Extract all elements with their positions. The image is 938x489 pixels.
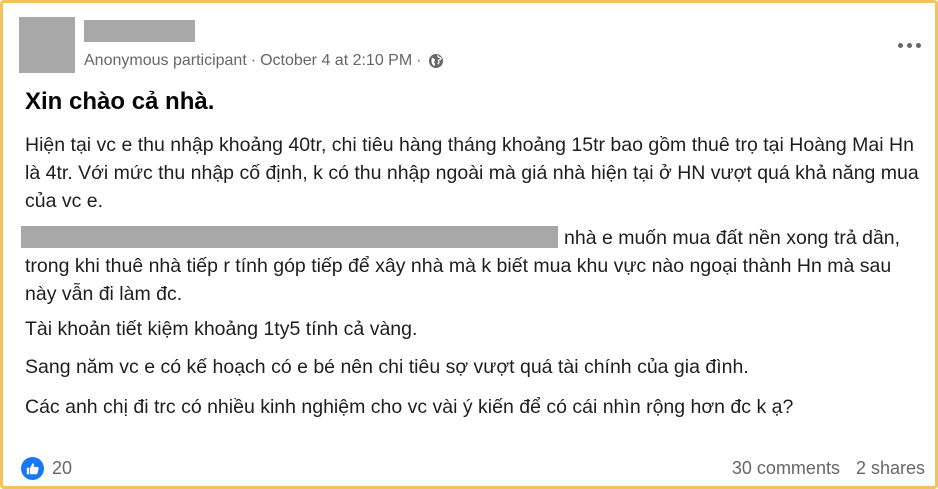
post-paragraph: Tài khoản tiết kiệm khoảng 1ty5 tính cả … bbox=[25, 318, 418, 340]
meta-separator: · bbox=[416, 52, 422, 69]
author-label[interactable]: Anonymous participant bbox=[84, 52, 247, 70]
post-paragraph: Các anh chị đi trc có nhiều kinh nghiệm … bbox=[25, 396, 794, 418]
more-options-icon[interactable] bbox=[893, 35, 925, 55]
author-name-redacted bbox=[84, 20, 195, 42]
shares-count[interactable]: 2 shares bbox=[856, 458, 925, 479]
globe-icon[interactable] bbox=[428, 53, 444, 69]
post-title: Xin chào cả nhà. bbox=[25, 88, 215, 115]
post-paragraph: Sang năm vc e có kế hoạch có e bé nên ch… bbox=[25, 356, 749, 378]
meta-separator: · bbox=[250, 52, 257, 69]
post-card: Anonymous participant · October 4 at 2:1… bbox=[0, 0, 938, 489]
post-paragraph: Hiện tại vc e thu nhập khoảng 40tr, chi … bbox=[25, 134, 919, 212]
redacted-text bbox=[21, 226, 558, 248]
post-paragraph-redacted: nhà e muốn mua đất nền xong trả dần, tro… bbox=[21, 224, 925, 308]
like-icon[interactable] bbox=[21, 457, 44, 480]
reactions[interactable]: 20 bbox=[21, 457, 72, 480]
engagement-counts: 30 comments 2 shares bbox=[732, 458, 925, 479]
like-count[interactable]: 20 bbox=[52, 458, 72, 479]
post-meta: Anonymous participant · October 4 at 2:1… bbox=[84, 51, 444, 71]
avatar[interactable] bbox=[19, 17, 75, 73]
post-timestamp[interactable]: October 4 at 2:10 PM bbox=[260, 52, 412, 70]
comments-count[interactable]: 30 comments bbox=[732, 458, 840, 479]
